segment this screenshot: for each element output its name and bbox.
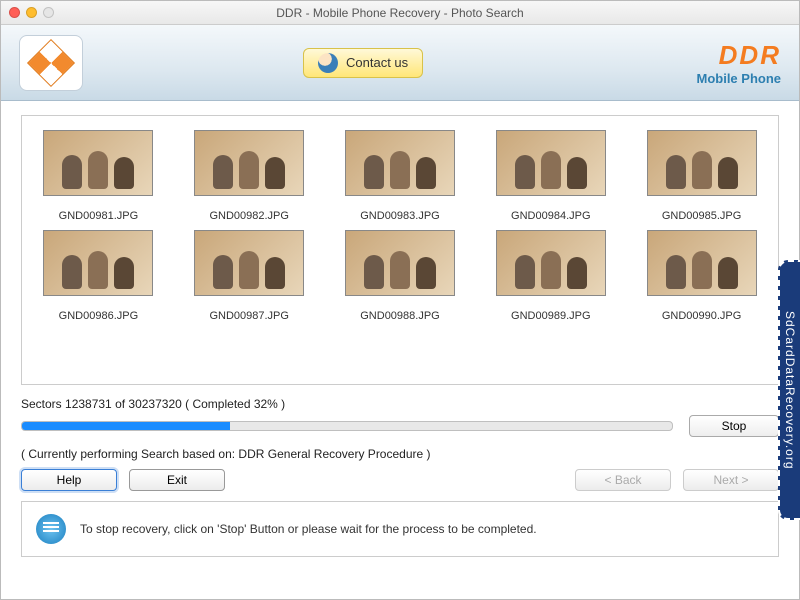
thumbnails-panel: GND00981.JPG GND00982.JPG GND00983.JPG GND0…: [21, 115, 779, 385]
brand-subtitle: Mobile Phone: [697, 71, 782, 86]
side-tab-link[interactable]: SdCardDataRecovery.org: [778, 260, 800, 520]
exit-button[interactable]: Exit: [129, 469, 225, 491]
thumbnail-item[interactable]: GND00981.JPG: [32, 130, 165, 222]
progress-bar: [21, 421, 673, 431]
thumbnail-item[interactable]: GND00990.JPG: [635, 230, 768, 322]
stop-button[interactable]: Stop: [689, 415, 779, 437]
progress-text: Sectors 1238731 of 30237320 ( Completed …: [21, 397, 779, 411]
thumbnail-label: GND00990.JPG: [635, 310, 768, 322]
button-row: Help Exit < Back Next >: [21, 469, 779, 491]
thumbnail-label: GND00983.JPG: [334, 210, 467, 222]
thumbnail-label: GND00987.JPG: [183, 310, 316, 322]
app-window: DDR - Mobile Phone Recovery - Photo Sear…: [0, 0, 800, 600]
hint-text: To stop recovery, click on 'Stop' Button…: [80, 522, 537, 536]
next-button: Next >: [683, 469, 779, 491]
thumbnail-item[interactable]: GND00988.JPG: [334, 230, 467, 322]
thumbnail-label: GND00982.JPG: [183, 210, 316, 222]
thumbnail-label: GND00984.JPG: [484, 210, 617, 222]
thumbnail-image: [496, 230, 606, 296]
thumbnail-image: [647, 130, 757, 196]
thumbnail-item[interactable]: GND00985.JPG: [635, 130, 768, 222]
app-logo: [19, 35, 83, 91]
content: GND00981.JPG GND00982.JPG GND00983.JPG GND0…: [1, 101, 799, 599]
info-icon: [36, 514, 66, 544]
thumbnail-item[interactable]: GND00986.JPG: [32, 230, 165, 322]
thumbnail-image: [194, 230, 304, 296]
thumbnail-item[interactable]: GND00982.JPG: [183, 130, 316, 222]
thumbnail-label: GND00985.JPG: [635, 210, 768, 222]
progress-block: Sectors 1238731 of 30237320 ( Completed …: [21, 397, 779, 437]
thumbnail-image: [43, 230, 153, 296]
help-button[interactable]: Help: [21, 469, 117, 491]
brand-title: DDR: [697, 40, 782, 71]
thumbnail-image: [647, 230, 757, 296]
thumbnails-grid: GND00981.JPG GND00982.JPG GND00983.JPG GND0…: [32, 130, 768, 322]
titlebar: DDR - Mobile Phone Recovery - Photo Sear…: [1, 1, 799, 25]
header: Contact us DDR Mobile Phone: [1, 25, 799, 101]
person-icon: [318, 53, 338, 73]
thumbnail-item[interactable]: GND00983.JPG: [334, 130, 467, 222]
thumbnail-item[interactable]: GND00984.JPG: [484, 130, 617, 222]
brand: DDR Mobile Phone: [697, 40, 782, 86]
thumbnail-label: GND00986.JPG: [32, 310, 165, 322]
thumbnail-item[interactable]: GND00989.JPG: [484, 230, 617, 322]
thumbnail-image: [345, 130, 455, 196]
thumbnail-label: GND00981.JPG: [32, 210, 165, 222]
thumbnail-image: [496, 130, 606, 196]
progress-fill: [22, 422, 230, 430]
thumbnail-image: [43, 130, 153, 196]
window-title: DDR - Mobile Phone Recovery - Photo Sear…: [1, 6, 799, 20]
search-note: ( Currently performing Search based on: …: [21, 447, 779, 461]
contact-label: Contact us: [346, 55, 408, 70]
thumbnail-label: GND00988.JPG: [334, 310, 467, 322]
progress-row: Stop: [21, 415, 779, 437]
back-button: < Back: [575, 469, 671, 491]
thumbnail-label: GND00989.JPG: [484, 310, 617, 322]
thumbnail-item[interactable]: GND00987.JPG: [183, 230, 316, 322]
contact-us-button[interactable]: Contact us: [303, 48, 423, 78]
thumbnail-image: [345, 230, 455, 296]
thumbnail-image: [194, 130, 304, 196]
logo-icon: [27, 38, 75, 86]
hint-panel: To stop recovery, click on 'Stop' Button…: [21, 501, 779, 557]
